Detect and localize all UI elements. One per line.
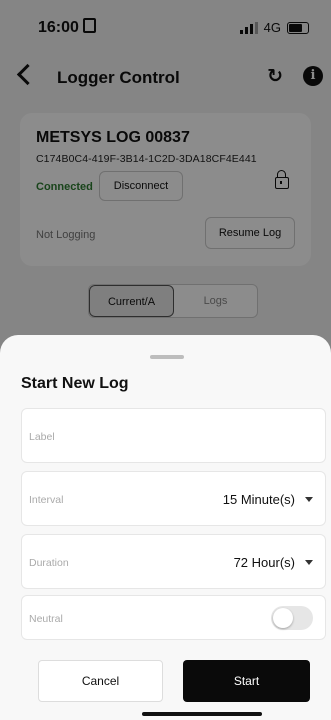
duration-value: 72 Hour(s) [233,555,295,570]
chevron-down-icon [305,497,313,502]
interval-select[interactable]: Interval 15 Minute(s) [21,471,326,526]
neutral-toggle[interactable] [271,606,313,630]
label-placeholder: Label [29,431,55,443]
chevron-down-icon [305,560,313,565]
duration-label: Duration [29,557,69,569]
neutral-label: Neutral [29,613,63,625]
duration-select[interactable]: Duration 72 Hour(s) [21,534,326,589]
label-input[interactable]: Label [21,408,326,463]
start-log-sheet: Start New Log Label Interval 15 Minute(s… [0,335,331,720]
start-button[interactable]: Start [183,660,310,702]
interval-label: Interval [29,494,64,506]
sheet-title: Start New Log [21,375,129,392]
interval-value: 15 Minute(s) [222,492,295,507]
home-indicator [142,712,262,716]
sheet-grabber[interactable] [150,355,184,359]
cancel-button[interactable]: Cancel [38,660,163,702]
neutral-row: Neutral [21,595,326,640]
